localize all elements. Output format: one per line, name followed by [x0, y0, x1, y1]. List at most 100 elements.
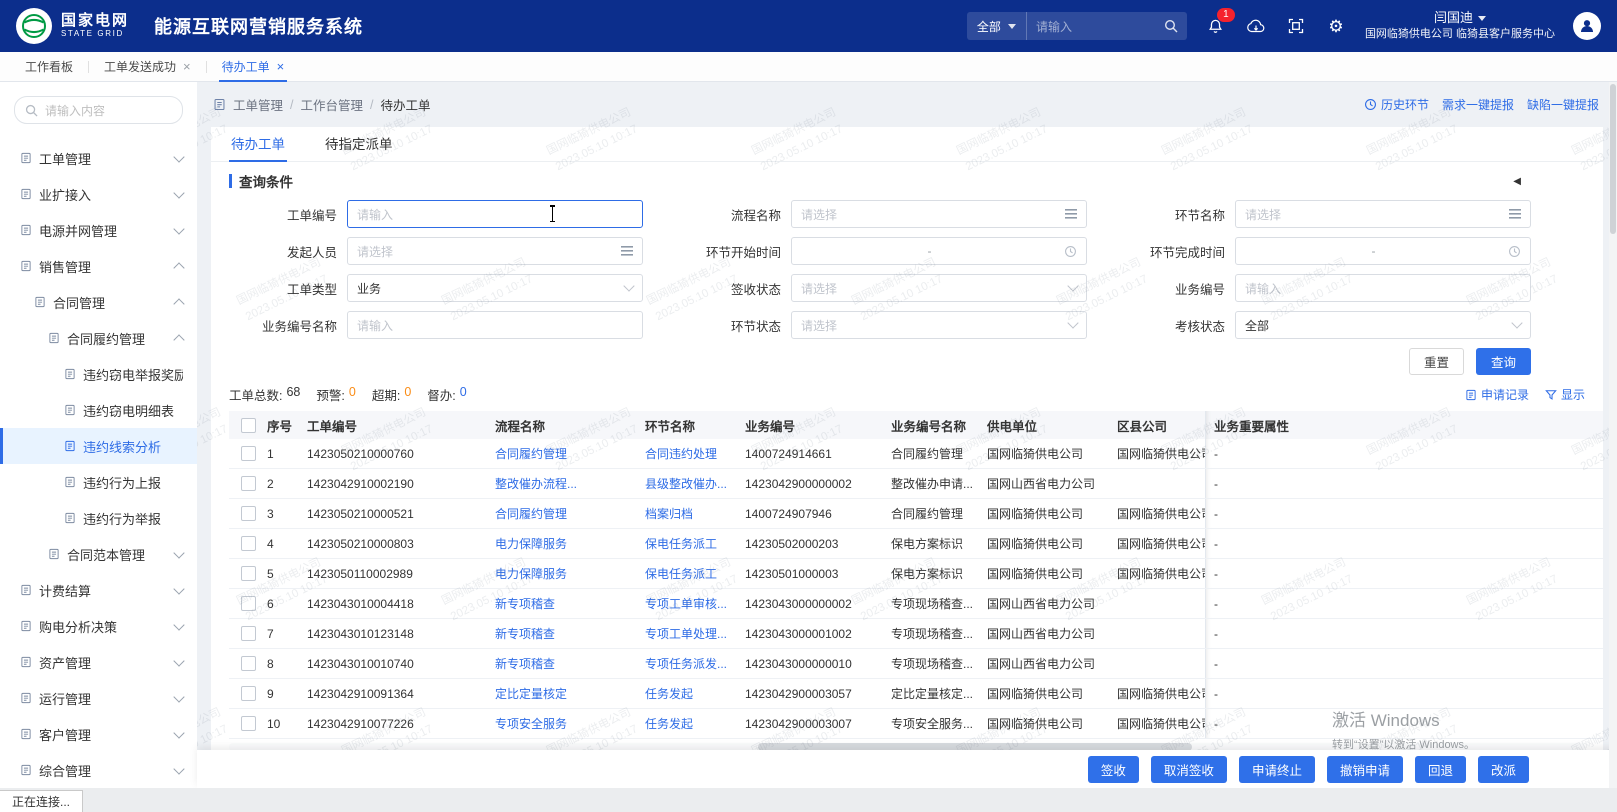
row-checkbox[interactable] — [241, 596, 256, 611]
table-row[interactable]: 81423043010010740新专项稽查专项任务派发...142304300… — [229, 649, 1603, 679]
table-cell-link[interactable]: 专项安全服务 — [495, 715, 645, 732]
breadcrumb-item[interactable]: 工作台管理 — [301, 95, 364, 114]
notifications-button[interactable]: 1 — [1205, 15, 1227, 37]
table-cell-link[interactable]: 保电任务派工 — [645, 565, 745, 582]
picker-input[interactable]: 请选择 — [1235, 200, 1531, 228]
content-tab[interactable]: 待办工单 — [229, 127, 287, 161]
sidebar-item[interactable]: 违约线索分析 — [0, 428, 197, 464]
table-cell-link[interactable]: 电力保障服务 — [495, 535, 645, 552]
table-row[interactable]: 41423050210000803电力保障服务保电任务派工14230502000… — [229, 529, 1603, 559]
sidebar-item[interactable]: 业扩接入 — [0, 176, 197, 212]
content-tab[interactable]: 待指定派单 — [323, 127, 395, 161]
collapse-panel-arrow-icon[interactable]: ◀ — [1513, 176, 1521, 187]
vertical-scrollbar-thumb[interactable] — [1610, 84, 1616, 234]
select-input[interactable]: 请选择 — [791, 274, 1087, 302]
select-input[interactable]: 全部 — [1235, 311, 1531, 339]
sidebar-item[interactable]: 合同范本管理 — [0, 536, 197, 572]
table-link[interactable]: 申请记录 — [1465, 386, 1529, 403]
table-row[interactable]: 51423050110002989电力保障服务保电任务派工14230501000… — [229, 559, 1603, 589]
table-row[interactable]: 11423050210000760合同履约管理合同违约处理14007249146… — [229, 439, 1603, 469]
user-info[interactable]: 闫国迪 国网临猗供电公司 临猗县客户服务中心 — [1365, 10, 1555, 41]
sidebar-item[interactable]: 违约行为上报 — [0, 464, 197, 500]
table-cell-link[interactable]: 整改催办流程... — [495, 475, 645, 492]
table-row[interactable]: 31423050210000521合同履约管理档案归档1400724907946… — [229, 499, 1603, 529]
table-cell-link[interactable]: 新专项稽查 — [495, 595, 645, 612]
table-cell-link[interactable]: 合同履约管理 — [495, 445, 645, 462]
search-scope-select[interactable]: 全部 — [967, 12, 1027, 40]
fullscreen-button[interactable] — [1285, 15, 1307, 37]
action-button[interactable]: 取消签收 — [1151, 756, 1227, 783]
sidebar-search-input[interactable]: 请输入内容 — [14, 96, 183, 124]
table-row[interactable]: 71423043010123148新专项稽查专项工单处理...142304300… — [229, 619, 1603, 649]
avatar[interactable] — [1573, 12, 1601, 40]
sidebar-item[interactable]: 合同履约管理 — [0, 320, 197, 356]
row-checkbox[interactable] — [241, 686, 256, 701]
text-input[interactable]: 请输入 — [347, 311, 643, 339]
sidebar-item[interactable]: 购电分析决策 — [0, 608, 197, 644]
action-button[interactable]: 回退 — [1415, 756, 1466, 783]
row-checkbox[interactable] — [241, 566, 256, 581]
window-tab[interactable]: 待办工单× — [207, 52, 300, 81]
cloud-sync-button[interactable] — [1245, 15, 1267, 37]
vertical-scrollbar[interactable] — [1609, 82, 1617, 788]
action-button[interactable]: 改派 — [1478, 756, 1529, 783]
table-cell-link[interactable]: 保电任务派工 — [645, 535, 745, 552]
select-input[interactable]: 业务 — [347, 274, 643, 302]
reset-button[interactable]: 重置 — [1409, 348, 1464, 375]
table-cell-link[interactable]: 专项工单审核... — [645, 595, 745, 612]
quick-link[interactable]: 缺陷一键提报 — [1527, 96, 1599, 113]
table-row[interactable]: 61423043010004418新专项稽查专项工单审核...142304300… — [229, 589, 1603, 619]
table-cell-link[interactable]: 专项工单处理... — [645, 625, 745, 642]
table-cell-link[interactable]: 新专项稽查 — [495, 625, 645, 642]
table-cell-link[interactable]: 任务发起 — [645, 715, 745, 732]
sidebar-item[interactable]: 运行管理 — [0, 680, 197, 716]
table-row[interactable]: 21423042910002190整改催办流程...县级整改催办...14230… — [229, 469, 1603, 499]
search-icon[interactable] — [1164, 19, 1178, 33]
table-cell-link[interactable]: 县级整改催办... — [645, 475, 745, 492]
quick-link[interactable]: 历史环节 — [1364, 96, 1429, 113]
sidebar-item[interactable]: 违约行为举报 — [0, 500, 197, 536]
settings-button[interactable]: ⚙ — [1325, 15, 1347, 37]
row-checkbox[interactable] — [241, 476, 256, 491]
sidebar-item[interactable]: 合同管理 — [0, 284, 197, 320]
quick-link[interactable]: 需求一键提报 — [1442, 96, 1514, 113]
table-link[interactable]: 显示 — [1545, 386, 1585, 403]
table-cell-link[interactable]: 电力保障服务 — [495, 565, 645, 582]
row-checkbox[interactable] — [241, 506, 256, 521]
table-row[interactable]: 91423042910091364定比定量核定任务发起1423042900003… — [229, 679, 1603, 709]
table-cell-link[interactable]: 新专项稽查 — [495, 655, 645, 672]
picker-input[interactable]: 请选择 — [791, 200, 1087, 228]
sidebar-item[interactable]: 违约窃电举报奖励 — [0, 356, 197, 392]
action-button[interactable]: 申请终止 — [1239, 756, 1315, 783]
table-cell-link[interactable]: 档案归档 — [645, 505, 745, 522]
text-input[interactable]: 请输入 — [1235, 274, 1531, 302]
sidebar-item[interactable]: 电源并网管理 — [0, 212, 197, 248]
table-cell-link[interactable]: 任务发起 — [645, 685, 745, 702]
table-cell-link[interactable]: 专项任务派发... — [645, 655, 745, 672]
sidebar-item[interactable]: 客户管理 — [0, 716, 197, 752]
search-button[interactable]: 查询 — [1476, 348, 1531, 375]
sidebar-item[interactable]: 计费结算 — [0, 572, 197, 608]
table-cell-link[interactable]: 合同履约管理 — [495, 505, 645, 522]
select-all-checkbox[interactable] — [241, 418, 256, 433]
table-cell-link[interactable]: 合同违约处理 — [645, 445, 745, 462]
table-cell-link[interactable]: 定比定量核定 — [495, 685, 645, 702]
select-input[interactable]: 请选择 — [791, 311, 1087, 339]
sidebar-item[interactable]: 销售管理 — [0, 248, 197, 284]
row-checkbox[interactable] — [241, 536, 256, 551]
action-button[interactable]: 撤销申请 — [1327, 756, 1403, 783]
sidebar-item[interactable]: 资产管理 — [0, 644, 197, 680]
breadcrumb-item[interactable]: 工单管理 — [233, 95, 283, 114]
window-tab[interactable]: 工作看板 — [10, 52, 88, 81]
close-icon[interactable]: × — [183, 60, 191, 73]
table-row[interactable]: 101423042910077226专项安全服务任务发起142304290000… — [229, 709, 1603, 739]
row-checkbox[interactable] — [241, 656, 256, 671]
picker-input[interactable]: 请选择 — [347, 237, 643, 265]
sidebar-item[interactable]: 综合管理 — [0, 752, 197, 788]
sidebar-item[interactable]: 违约窃电明细表 — [0, 392, 197, 428]
close-icon[interactable]: × — [277, 60, 285, 73]
window-tab[interactable]: 工单发送成功× — [89, 52, 206, 81]
global-search-input[interactable]: 请输入 — [1027, 18, 1187, 35]
daterange-input[interactable]: - — [791, 237, 1087, 265]
action-button[interactable]: 签收 — [1088, 756, 1139, 783]
